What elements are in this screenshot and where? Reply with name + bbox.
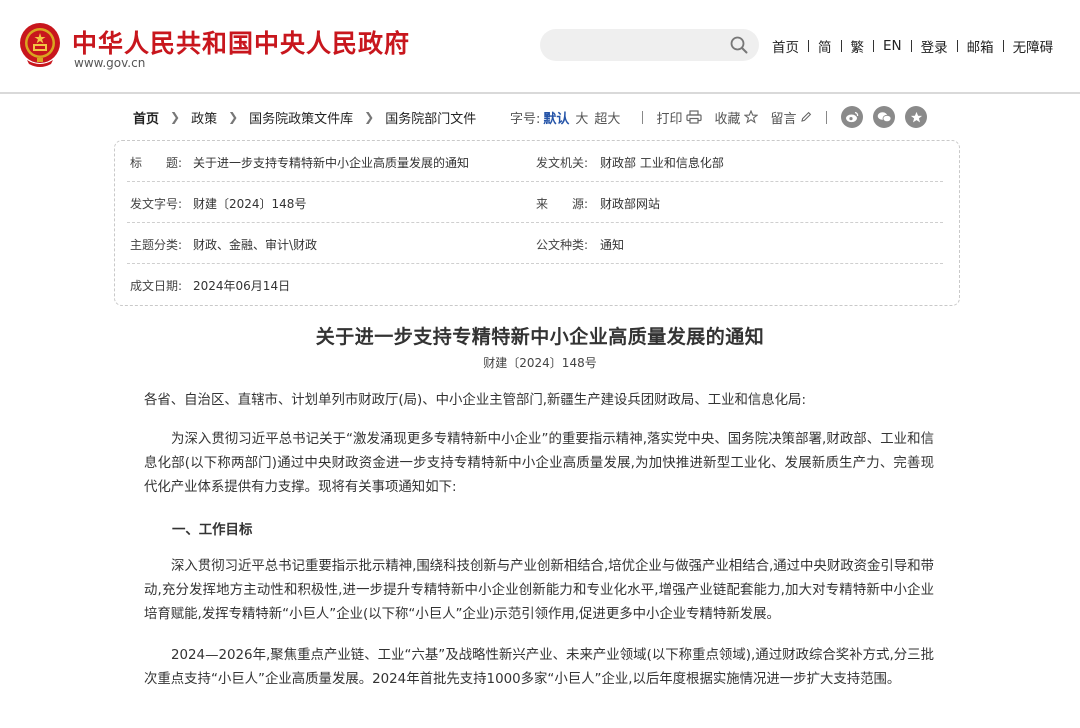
breadcrumb-department-docs[interactable]: 国务院部门文件 <box>385 108 476 127</box>
comment-label: 留言 <box>770 111 797 127</box>
meta-docno-value: 财建〔2024〕148号 <box>193 197 307 211</box>
meta-type-key: 公文种类: <box>536 238 589 252</box>
meta-date-value: 2024年06月14日 <box>193 279 291 293</box>
meta-docno-key: 发文字号: <box>130 197 183 211</box>
meta-topic-value: 财政、金融、审计\财政 <box>193 238 318 252</box>
chevron-right-icon: ❯ <box>228 110 239 124</box>
nav-login[interactable]: 登录 <box>921 36 948 56</box>
site-header: 中华人民共和国中央人民政府 www.gov.cn 首页 简 繁 EN 登录 邮箱… <box>0 0 1080 92</box>
font-size-label: 字号: <box>510 111 541 127</box>
header-divider <box>0 92 1080 94</box>
meta-issuer-key: 发文机关: <box>536 156 589 170</box>
meta-source-key: 来 源: <box>536 197 589 211</box>
meta-issuer-value: 财政部 工业和信息化部 <box>600 156 724 170</box>
meta-type-value: 通知 <box>600 238 625 252</box>
wechat-icon[interactable] <box>873 106 896 128</box>
meta-source-value: 财政部网站 <box>600 197 661 211</box>
toolbar-divider <box>642 110 644 124</box>
meta-title-value: 关于进一步支持专精特新中小企业高质量发展的通知 <box>193 156 470 170</box>
font-size-xlarge[interactable]: 超大 <box>594 108 620 127</box>
national-emblem-icon[interactable] <box>18 22 62 68</box>
meta-row: 发文字号: 财建〔2024〕148号 来 源: 财政部网站 <box>127 182 943 223</box>
favorite-button[interactable]: 收藏 <box>714 108 759 127</box>
meta-title-key: 标 题: <box>130 156 183 170</box>
meta-row: 成文日期: 2024年06月14日 <box>127 264 943 305</box>
chevron-right-icon: ❯ <box>364 110 375 124</box>
site-name[interactable]: 中华人民共和国中央人民政府 <box>72 24 410 60</box>
article-title: 关于进一步支持专精特新中小企业高质量发展的通知 <box>315 326 765 348</box>
nav-simplified[interactable]: 简 <box>818 36 832 56</box>
comment-button[interactable]: 留言 <box>770 108 812 127</box>
printer-icon <box>686 110 703 124</box>
weibo-icon[interactable] <box>841 106 864 128</box>
search-icon[interactable] <box>729 35 749 55</box>
nav-divider <box>840 40 842 52</box>
breadcrumb: 首页 ❯ 政策 ❯ 国务院政策文件库 ❯ 国务院部门文件 <box>133 108 476 127</box>
search-input[interactable] <box>552 35 722 55</box>
nav-divider <box>808 40 809 52</box>
article-intro-paragraph: 为深入贯彻习近平总书记关于“激发涌现更多专精特新中小企业”的重要指示精神,落实党… <box>144 432 934 495</box>
star-icon[interactable] <box>905 106 928 128</box>
site-url[interactable]: www.gov.cn <box>74 56 145 70</box>
font-size-large[interactable]: 大 <box>575 108 588 127</box>
nav-divider <box>873 40 874 52</box>
share-group <box>841 106 928 128</box>
nav-divider <box>956 40 958 52</box>
meta-topic-key: 主题分类: <box>130 238 183 252</box>
article-doc-number: 财建〔2024〕148号 <box>483 356 597 370</box>
nav-traditional[interactable]: 繁 <box>851 36 865 56</box>
document-metadata: 标 题: 关于进一步支持专精特新中小企业高质量发展的通知 发文机关: 财政部 工… <box>114 140 960 306</box>
article-paragraph: 深入贯彻习近平总书记重要指示批示精神,围绕科技创新与产业创新相结合,培优企业与做… <box>144 559 934 622</box>
pencil-icon <box>801 111 812 122</box>
font-size-default[interactable]: 默认 <box>543 108 569 127</box>
print-label: 打印 <box>656 111 683 127</box>
search-box[interactable] <box>540 29 759 61</box>
breadcrumb-home[interactable]: 首页 <box>133 108 159 127</box>
print-button[interactable]: 打印 <box>656 108 703 127</box>
star-outline-icon <box>744 110 759 124</box>
nav-accessibility[interactable]: 无障碍 <box>1013 36 1054 56</box>
nav-divider <box>910 40 912 52</box>
nav-divider <box>1002 40 1004 52</box>
nav-mailbox[interactable]: 邮箱 <box>967 36 994 56</box>
article-toolbar: 字号: 默认 大 超大 打印 收藏 留言 <box>510 106 928 128</box>
top-nav: 首页 简 繁 EN 登录 邮箱 无障碍 <box>772 36 1054 56</box>
meta-row: 标 题: 关于进一步支持专精特新中小企业高质量发展的通知 发文机关: 财政部 工… <box>127 141 943 182</box>
article-salutation: 各省、自治区、直辖市、计划单列市财政厅(局)、中小企业主管部门,新疆生产建设兵团… <box>144 393 806 408</box>
section-heading: 一、工作目标 <box>172 523 253 538</box>
breadcrumb-policy-library[interactable]: 国务院政策文件库 <box>249 108 353 127</box>
meta-row: 主题分类: 财政、金融、审计\财政 公文种类: 通知 <box>127 223 943 264</box>
meta-date-key: 成文日期: <box>130 279 183 293</box>
nav-home[interactable]: 首页 <box>772 36 799 56</box>
chevron-right-icon: ❯ <box>170 110 181 124</box>
article-paragraph: 2024—2026年,聚焦重点产业链、工业“六基”及战略性新兴产业、未来产业领域… <box>144 648 934 687</box>
toolbar-divider <box>826 110 828 124</box>
nav-english[interactable]: EN <box>883 38 902 54</box>
favorite-label: 收藏 <box>714 111 741 127</box>
breadcrumb-policy[interactable]: 政策 <box>191 108 217 127</box>
